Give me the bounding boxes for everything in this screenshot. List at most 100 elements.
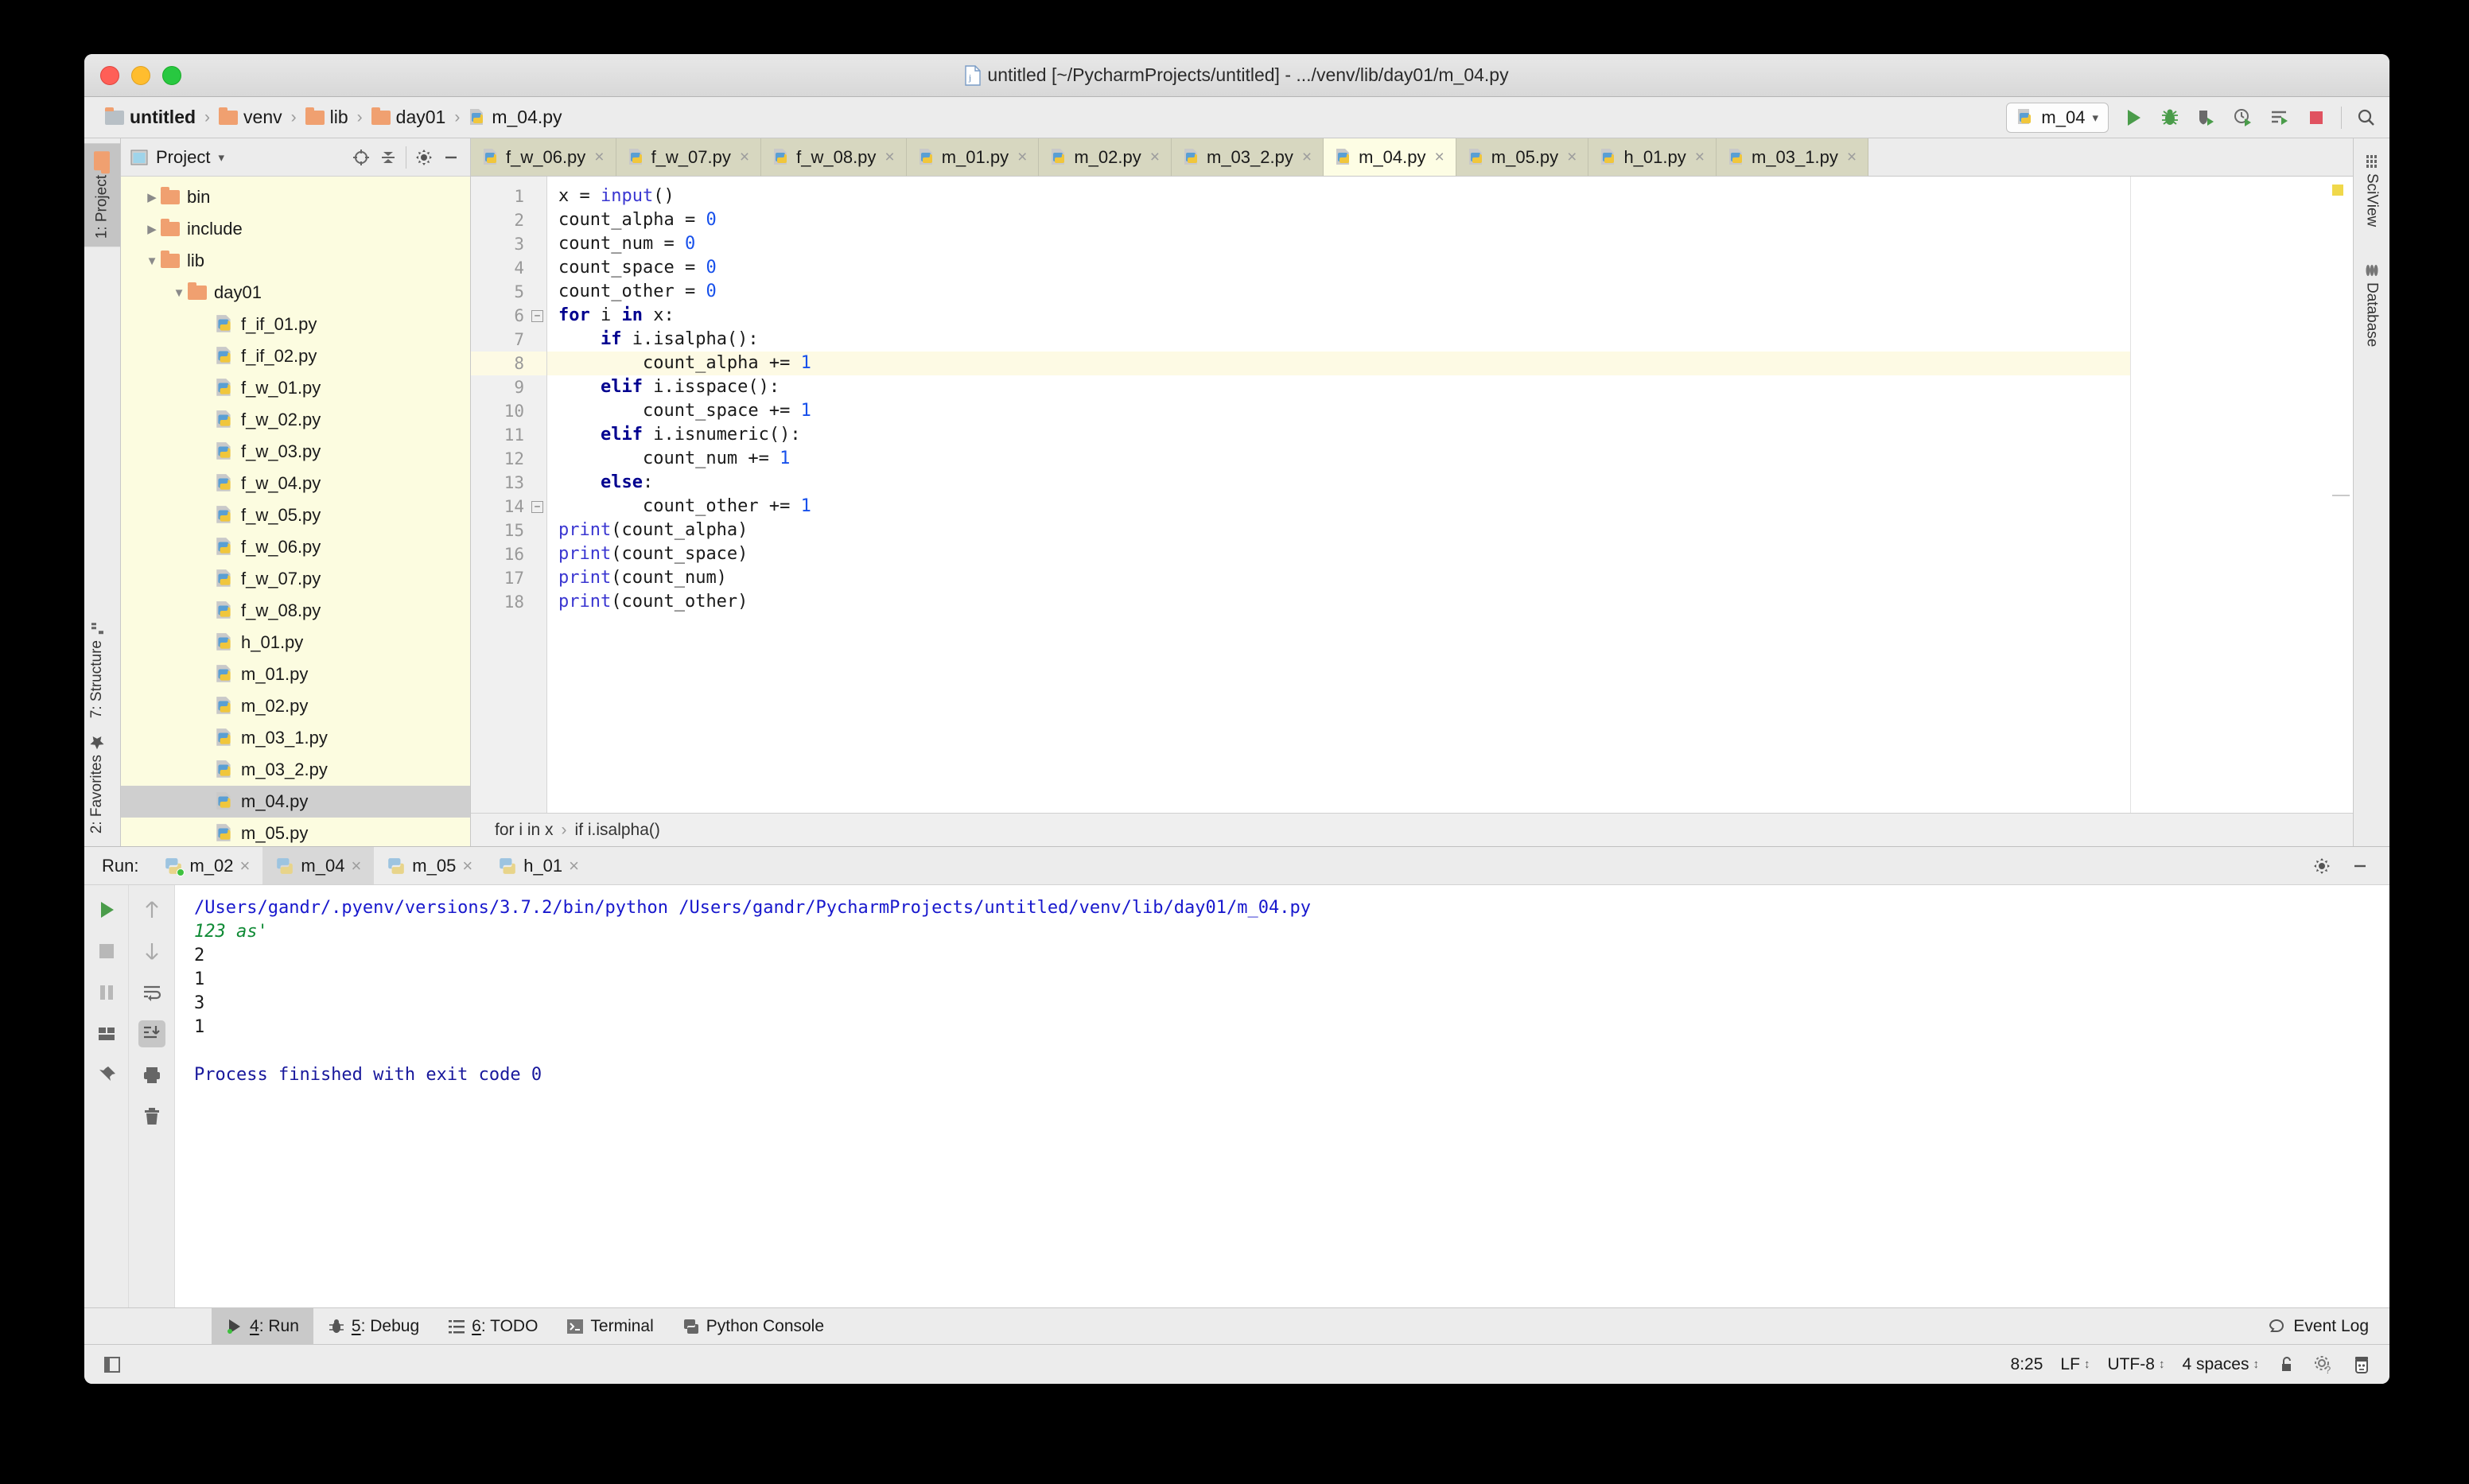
editor-tab-bar[interactable]: f_w_06.py × f_w_07.py × f_w_08.py × m_01.py × m_… (471, 138, 2353, 177)
close-tab-icon[interactable]: × (594, 148, 604, 167)
tree-item-lib[interactable]: ▼ lib (121, 245, 470, 277)
tool-window-button-python-console[interactable]: Python Console (668, 1308, 838, 1344)
chevron-right-icon[interactable]: ▶ (143, 222, 161, 236)
code-line[interactable]: count_num = 0 (547, 232, 2130, 256)
breadcrumb[interactable]: untitled › venv › lib › day01 › m_04.py (102, 105, 566, 130)
tree-item-include[interactable]: ▶ include (121, 213, 470, 245)
run-icon[interactable] (2121, 106, 2145, 130)
minimize-icon[interactable] (2348, 854, 2372, 878)
tree-item-f_if_02-py[interactable]: f_if_02.py (121, 340, 470, 372)
down-arrow-icon[interactable] (138, 938, 165, 965)
line-number[interactable]: 4 (471, 256, 546, 280)
code-line[interactable]: x = input() (547, 185, 2130, 208)
code-line[interactable]: for i in x: (547, 304, 2130, 328)
code-line[interactable]: elif i.isnumeric(): (547, 423, 2130, 447)
line-number[interactable]: 6− (471, 304, 546, 328)
close-run-tab-icon[interactable]: × (240, 856, 251, 876)
tree-item-m_02-py[interactable]: m_02.py (121, 690, 470, 722)
close-tab-icon[interactable]: × (1017, 148, 1027, 167)
collapse-all-icon[interactable] (379, 148, 398, 167)
project-tree[interactable]: ▶ bin ▶ include ▼ lib ▼ day01 f_if_01.py f_if_02.… (121, 177, 470, 846)
close-tab-icon[interactable]: × (1847, 148, 1857, 167)
run-with-params-icon[interactable] (2268, 106, 2292, 130)
code-line[interactable]: count_other = 0 (547, 280, 2130, 304)
close-run-tab-icon[interactable]: × (351, 856, 361, 876)
rerun-icon[interactable] (93, 896, 120, 923)
chevron-down-icon[interactable]: ▾ (218, 150, 224, 165)
editor-marker-bar[interactable] (2130, 177, 2353, 813)
run-tab-h_01[interactable]: h_01 × (485, 847, 592, 884)
close-tab-icon[interactable]: × (1150, 148, 1160, 167)
tree-item-m_03_2-py[interactable]: m_03_2.py (121, 754, 470, 786)
line-number[interactable]: 15 (471, 519, 546, 542)
close-tab-icon[interactable]: × (740, 148, 749, 167)
tree-item-f_w_01-py[interactable]: f_w_01.py (121, 372, 470, 404)
run-tab-list[interactable]: m_02 × m_04 × m_05 × h_01 × (151, 847, 592, 884)
close-tab-icon[interactable]: × (1302, 148, 1312, 167)
code-line[interactable]: count_alpha += 1 (547, 352, 2130, 375)
line-number[interactable]: 2 (471, 208, 546, 232)
sidebar-item-project[interactable]: 1: Project (84, 143, 120, 247)
code-line[interactable]: print(count_other) (547, 590, 2130, 614)
line-number[interactable]: 5 (471, 280, 546, 304)
line-number[interactable]: 14− (471, 495, 546, 519)
code-line[interactable]: count_num += 1 (547, 447, 2130, 471)
breadcrumb-item-m_04-py[interactable]: m_04.py (465, 105, 565, 130)
editor-tab-m_03_2-py[interactable]: m_03_2.py × (1172, 138, 1324, 176)
minimize-window-button[interactable] (131, 65, 150, 85)
tree-item-f_w_04-py[interactable]: f_w_04.py (121, 468, 470, 499)
code-breadcrumb[interactable]: for i in x › if i.isalpha() (471, 813, 2353, 846)
close-tab-icon[interactable]: × (1695, 148, 1705, 167)
pause-icon[interactable] (93, 979, 120, 1006)
tree-item-f_w_06-py[interactable]: f_w_06.py (121, 531, 470, 563)
sidebar-item-sciview[interactable]: SciView (2359, 146, 2385, 235)
code-line[interactable]: print(count_space) (547, 542, 2130, 566)
tree-item-f_w_05-py[interactable]: f_w_05.py (121, 499, 470, 531)
editor-tab-m_02-py[interactable]: m_02.py × (1039, 138, 1172, 176)
run-tab-m_02[interactable]: m_02 × (151, 847, 262, 884)
gear-question-icon[interactable]: ? (2313, 1354, 2334, 1375)
code-line[interactable]: if i.isalpha(): (547, 328, 2130, 352)
sidebar-item-database[interactable]: Database (2359, 255, 2385, 355)
print-icon[interactable] (138, 1062, 165, 1089)
tree-item-f_w_03-py[interactable]: f_w_03.py (121, 436, 470, 468)
editor-tab-m_03_1-py[interactable]: m_03_1.py × (1717, 138, 1869, 176)
code-line[interactable]: elif i.isspace(): (547, 375, 2130, 399)
pin-icon[interactable] (93, 1062, 120, 1089)
line-number[interactable]: 17 (471, 566, 546, 590)
sidebar-item-favorites[interactable]: 2: Favorites (84, 726, 110, 841)
code-line[interactable]: count_alpha = 0 (547, 208, 2130, 232)
chevron-down-icon[interactable]: ▼ (170, 286, 188, 300)
indent-selector[interactable]: 4 spaces ↕ (2182, 1355, 2259, 1374)
tool-window-button-4-run[interactable]: 4: Run (212, 1308, 313, 1344)
layout-icon[interactable] (93, 1020, 120, 1047)
profile-icon[interactable] (2231, 106, 2255, 130)
code-fold-icon[interactable]: − (531, 501, 543, 513)
close-tab-icon[interactable]: × (1567, 148, 1577, 167)
tree-item-f_w_08-py[interactable]: f_w_08.py (121, 595, 470, 627)
show-hide-toolbar-icon[interactable] (102, 1354, 122, 1375)
soft-wrap-icon[interactable] (138, 979, 165, 1006)
line-number[interactable]: 10 (471, 399, 546, 423)
line-number[interactable]: 18 (471, 590, 546, 614)
tool-window-button-terminal[interactable]: Terminal (552, 1308, 667, 1344)
run-console-output[interactable]: /Users/gandr/.pyenv/versions/3.7.2/bin/p… (175, 885, 2389, 1307)
gear-icon[interactable] (414, 148, 434, 167)
line-number[interactable]: 11 (471, 423, 546, 447)
line-number[interactable]: 12 (471, 447, 546, 471)
tree-item-f_w_07-py[interactable]: f_w_07.py (121, 563, 470, 595)
line-number[interactable]: 8 (471, 352, 546, 375)
close-tab-icon[interactable]: × (885, 148, 894, 167)
run-configuration-selector[interactable]: m_04 ▾ (2006, 102, 2109, 133)
tree-item-f_if_01-py[interactable]: f_if_01.py (121, 309, 470, 340)
line-number[interactable]: 16 (471, 542, 546, 566)
code-breadcrumb-item[interactable]: for i in x (495, 821, 554, 840)
tool-window-button-5-debug[interactable]: 5: Debug (313, 1308, 434, 1344)
editor-tab-m_05-py[interactable]: m_05.py × (1456, 138, 1589, 176)
maximize-window-button[interactable] (162, 65, 181, 85)
warning-marker[interactable] (2332, 185, 2343, 196)
tree-item-m_05-py[interactable]: m_05.py (121, 818, 470, 846)
close-run-tab-icon[interactable]: × (462, 856, 472, 876)
tree-item-day01[interactable]: ▼ day01 (121, 277, 470, 309)
trash-icon[interactable] (138, 1103, 165, 1130)
